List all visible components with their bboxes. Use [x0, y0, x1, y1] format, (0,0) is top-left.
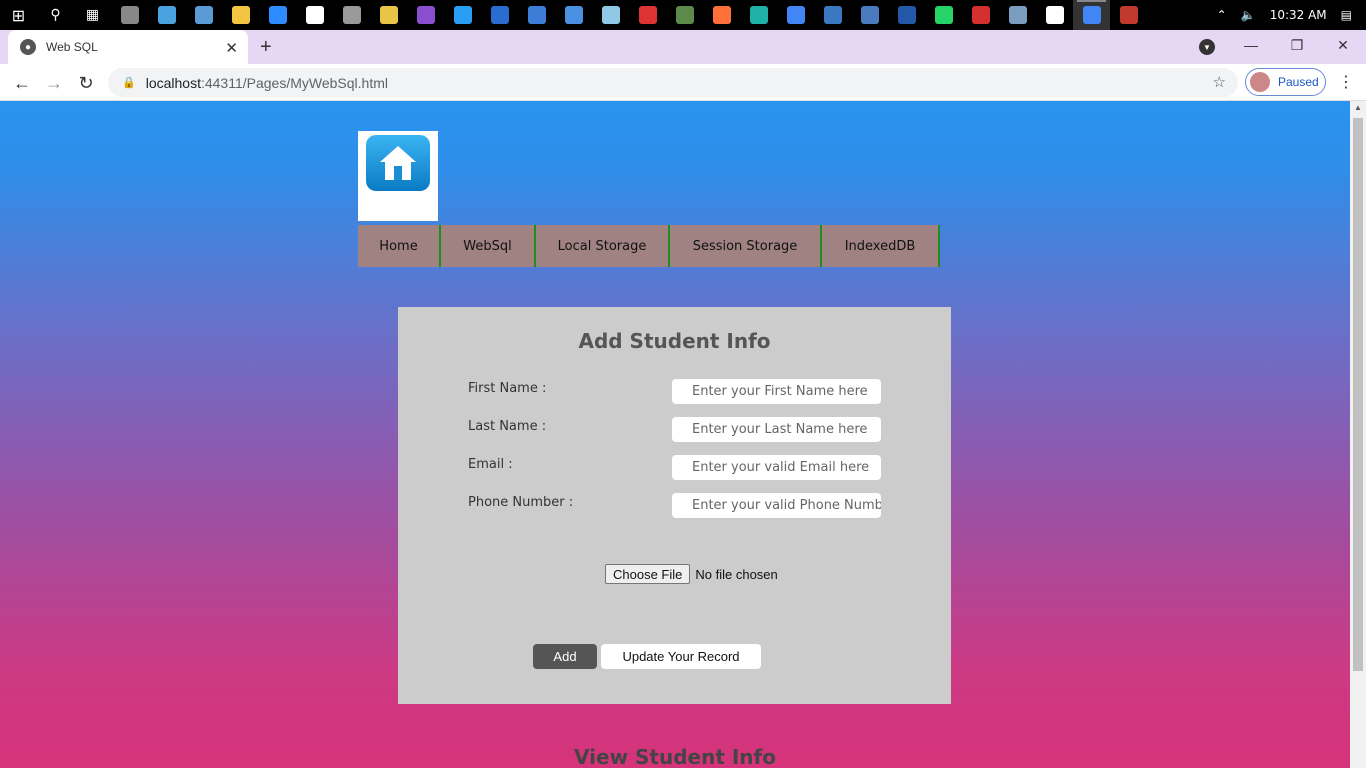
forward-icon[interactable]: → — [42, 71, 66, 95]
settings-icon[interactable] — [1036, 0, 1073, 30]
chrome-icon[interactable] — [777, 0, 814, 30]
photos-icon[interactable] — [814, 0, 851, 30]
calculator-icon[interactable] — [111, 0, 148, 30]
email-label: Email : — [468, 457, 513, 472]
phone-input[interactable] — [672, 493, 881, 518]
home-logo[interactable] — [358, 131, 438, 221]
view-section-title: View Student Info — [574, 745, 776, 768]
pdf-icon[interactable] — [962, 0, 999, 30]
notifications-icon[interactable]: ▤ — [1341, 8, 1352, 22]
nav-item-session-storage[interactable]: Session Storage — [670, 225, 822, 267]
choose-file-button[interactable]: Choose File — [605, 564, 691, 584]
clock[interactable]: 10:32 AM — [1270, 8, 1327, 22]
house-icon — [366, 135, 430, 191]
reload-icon[interactable]: ↻ — [74, 71, 98, 95]
chevron-up-icon[interactable]: ⌃ — [1217, 8, 1227, 22]
page-viewport: Home WebSql Local Storage Session Storage In… — [0, 101, 1350, 768]
folder-icon[interactable] — [222, 0, 259, 30]
nav-item-websql[interactable]: WebSql — [441, 225, 536, 267]
app-icon[interactable] — [296, 0, 333, 30]
task-view-icon[interactable]: ▦ — [74, 0, 111, 30]
keyboard-icon[interactable] — [555, 0, 592, 30]
minimize-icon[interactable]: — — [1228, 30, 1274, 60]
system-tray: ⌃ 🔈 10:32 AM ▤ — [1217, 0, 1366, 30]
tab-title: Web SQL — [46, 40, 98, 54]
scroll-up-icon[interactable]: ▲ — [1354, 103, 1362, 112]
new-tab-icon[interactable]: + — [260, 36, 272, 59]
file-status: No file chosen — [695, 566, 778, 582]
avatar — [1250, 72, 1270, 92]
window-close-icon[interactable]: ✕ — [1320, 30, 1366, 60]
nav-item-home[interactable]: Home — [358, 225, 441, 267]
tab-search-icon[interactable]: ▼ — [1199, 39, 1215, 55]
add-student-form: Add Student Info First Name : Last Name … — [398, 307, 951, 704]
first-name-input[interactable] — [672, 379, 881, 404]
search-icon[interactable]: ⚲ — [37, 0, 74, 30]
url-host: localhost — [145, 74, 201, 91]
notepad-icon[interactable] — [592, 0, 629, 30]
taskbar-icons: ⊞ ⚲ ▦ — [0, 0, 1147, 30]
form-title: Add Student Info — [578, 329, 771, 353]
last-name-input[interactable] — [672, 417, 881, 442]
nav-item-indexeddb[interactable]: IndexedDB — [822, 225, 940, 267]
chrome-active-icon[interactable] — [1073, 0, 1110, 30]
app-icon-2[interactable] — [481, 0, 518, 30]
email-input[interactable] — [672, 455, 881, 480]
globe-icon: ● — [20, 39, 36, 55]
sticky-icon[interactable] — [370, 0, 407, 30]
profile-button[interactable]: Paused — [1245, 68, 1326, 96]
close-tab-icon[interactable]: ✕ — [225, 39, 238, 57]
app-icon-5[interactable] — [1110, 0, 1147, 30]
browser-tab[interactable]: ● Web SQL ✕ — [8, 30, 248, 64]
whatsapp-icon[interactable] — [925, 0, 962, 30]
file-picker: Choose File No file chosen — [605, 564, 778, 584]
firefox-icon[interactable] — [703, 0, 740, 30]
url-path: :44311/Pages/MyWebSql.html — [200, 74, 388, 91]
last-name-label: Last Name : — [468, 419, 547, 434]
image-icon[interactable] — [851, 0, 888, 30]
address-toolbar: ← → ↻ 🔒 localhost:44311/Pages/MyWebSql.h… — [0, 64, 1366, 101]
edge-icon[interactable] — [740, 0, 777, 30]
update-record-button[interactable]: Update Your Record — [601, 644, 761, 669]
app-icon-3[interactable] — [518, 0, 555, 30]
nav-item-local-storage[interactable]: Local Storage — [536, 225, 670, 267]
monitor-icon[interactable] — [148, 0, 185, 30]
back-icon[interactable]: ← — [10, 71, 34, 95]
windows-taskbar: ⊞ ⚲ ▦ ⌃ 🔈 10:32 AM ▤ — [0, 0, 1366, 30]
zoom-icon[interactable] — [259, 0, 296, 30]
profile-status: Paused — [1278, 75, 1319, 89]
imo-icon[interactable] — [888, 0, 925, 30]
bookmark-star-icon[interactable]: ☆ — [1213, 73, 1226, 91]
main-nav: Home WebSql Local Storage Session Storage In… — [358, 225, 940, 267]
menu-dots-icon[interactable]: ⋮ — [1338, 72, 1354, 92]
phone-label: Phone Number : — [468, 495, 574, 510]
lock-icon[interactable]: 🔒 — [122, 76, 136, 89]
git-icon[interactable] — [629, 0, 666, 30]
network-icon[interactable] — [999, 0, 1036, 30]
first-name-label: First Name : — [468, 381, 547, 396]
visual-studio-icon[interactable] — [407, 0, 444, 30]
volume-icon[interactable]: 🔈 — [1241, 8, 1256, 22]
usb-icon[interactable] — [333, 0, 370, 30]
url-bar[interactable]: 🔒 localhost:44311/Pages/MyWebSql.html ☆ — [108, 68, 1238, 97]
restore-icon[interactable]: ❐ — [1274, 30, 1320, 60]
app-icon-4[interactable] — [666, 0, 703, 30]
vscode-icon[interactable] — [444, 0, 481, 30]
page-scrollbar[interactable]: ▲ — [1350, 101, 1366, 768]
add-button[interactable]: Add — [533, 644, 597, 669]
windows-icon[interactable]: ⊞ — [0, 0, 37, 30]
scroll-thumb[interactable] — [1353, 118, 1363, 671]
browser-tabstrip: ● Web SQL ✕ + ▼ — ❐ ✕ — [0, 30, 1366, 64]
contact-icon[interactable] — [185, 0, 222, 30]
